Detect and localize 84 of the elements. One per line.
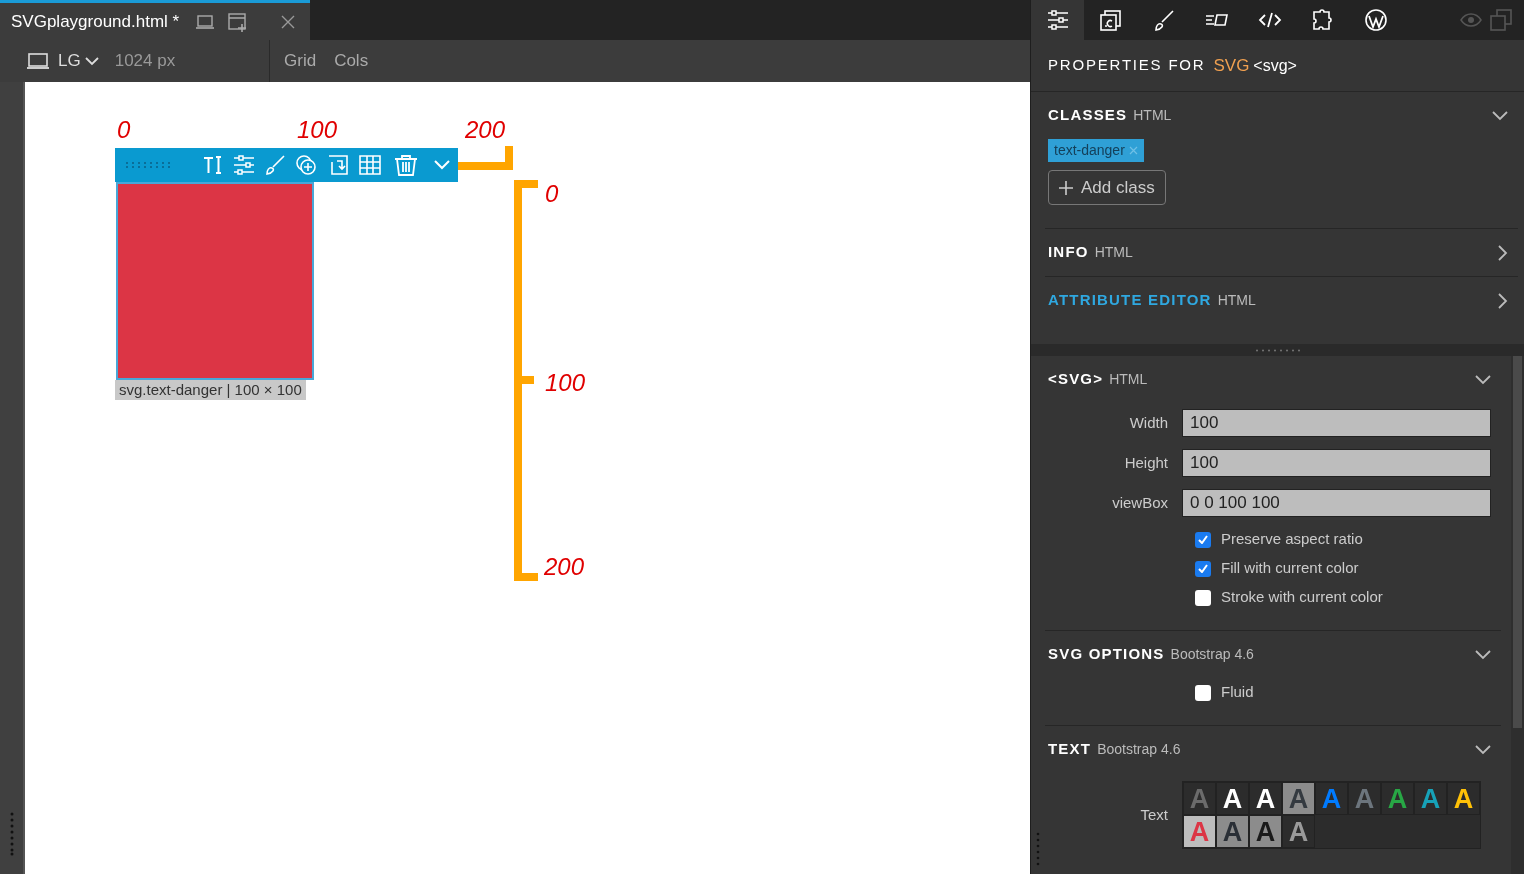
laptop-icon[interactable]: [26, 51, 50, 71]
viewport-width: 1024 px: [114, 50, 176, 73]
panel-heading: PROPERTIES FOR: [1048, 55, 1206, 76]
brush-icon[interactable]: [265, 155, 285, 175]
text-color-swatch[interactable]: A: [1447, 782, 1480, 815]
splitter-handle-icon[interactable]: [1254, 348, 1301, 352]
field-label: Width: [1128, 412, 1168, 433]
sliders-icon: [1045, 9, 1070, 31]
section-subtitle: HTML: [1094, 243, 1133, 262]
ruler-label: 100: [297, 118, 338, 142]
checkbox-label[interactable]: Preserve aspect ratio: [1221, 528, 1363, 551]
section-subtitle: Bootstrap 4.6: [1097, 740, 1181, 759]
sliders-icon[interactable]: [233, 155, 255, 175]
text-color-swatch[interactable]: A: [1315, 782, 1348, 815]
section-header[interactable]: TEXT Bootstrap 4.6: [1045, 726, 1501, 773]
field-label: viewBox: [1111, 492, 1168, 513]
scrollbar[interactable]: [1511, 356, 1524, 874]
section-title: INFO: [1048, 242, 1089, 263]
classes-icon: [1098, 9, 1123, 31]
element-size-label: svg.text-danger | 100 × 100: [115, 380, 306, 400]
selected-square[interactable]: [116, 182, 314, 380]
section-subtitle: HTML: [1133, 106, 1172, 125]
text-color-swatch[interactable]: A: [1249, 782, 1282, 815]
checkbox-label[interactable]: Stroke with current color: [1221, 586, 1383, 609]
close-icon[interactable]: [281, 14, 296, 29]
section-header[interactable]: CLASSES HTML: [1045, 92, 1518, 139]
plus-icon: [1059, 180, 1073, 195]
section-header[interactable]: ATTRIBUTE EDITOR HTML: [1045, 277, 1518, 324]
chevron-down-icon: [84, 56, 99, 66]
ruler-label: 0: [545, 182, 559, 206]
text-field[interactable]: 100: [1182, 449, 1491, 477]
text-color-swatch[interactable]: A: [1249, 815, 1282, 848]
add-class-button[interactable]: Add class: [1048, 170, 1166, 205]
ruler-label: 200: [544, 555, 585, 579]
text-color-swatch[interactable]: A: [1282, 815, 1315, 848]
duplicate-icon[interactable]: [1490, 9, 1512, 31]
wordpress-icon: [1363, 9, 1388, 31]
section-title: ATTRIBUTE EDITOR: [1048, 290, 1212, 311]
class-tag[interactable]: text-danger: [1048, 139, 1144, 162]
ruler-label: 200: [465, 118, 506, 142]
section-subtitle: HTML: [1217, 291, 1256, 310]
element-tag: <svg>: [1253, 53, 1297, 78]
checkbox[interactable]: [1195, 684, 1211, 701]
chevron-down-icon[interactable]: [434, 160, 450, 170]
field-label: Height: [1123, 452, 1168, 473]
checkbox[interactable]: [1195, 589, 1211, 606]
laptop-icon[interactable]: [195, 13, 216, 30]
section-title: CLASSES: [1048, 105, 1128, 126]
drag-handle-icon[interactable]: [125, 161, 173, 169]
document-tab[interactable]: SVGplayground.html *: [0, 0, 310, 40]
section-title: TEXT: [1048, 739, 1092, 760]
field-label: Text: [1139, 804, 1168, 825]
text-color-swatch[interactable]: A: [1414, 782, 1447, 815]
text-field[interactable]: 100: [1182, 409, 1491, 437]
trash-icon[interactable]: [394, 154, 418, 176]
text-color-swatch[interactable]: A: [1381, 782, 1414, 815]
checkbox-label[interactable]: Fluid: [1221, 681, 1254, 704]
section-header[interactable]: INFO HTML: [1045, 229, 1518, 276]
section-title: SVG OPTIONS: [1048, 644, 1165, 665]
grid-icon[interactable]: [359, 155, 381, 175]
section-header[interactable]: SVG OPTIONS Bootstrap 4.6: [1045, 631, 1501, 678]
toolbar-toggle[interactable]: Cols: [334, 48, 369, 74]
ruler-label: 0: [117, 118, 131, 142]
text-field[interactable]: 0 0 100 100: [1182, 489, 1491, 517]
puzzle-icon: [1310, 9, 1335, 31]
eye-icon[interactable]: [1460, 13, 1482, 27]
toolbar-toggle[interactable]: Grid: [284, 48, 317, 74]
checkbox[interactable]: [1195, 560, 1211, 577]
panel-tab[interactable]: [1031, 0, 1084, 40]
section-title: <SVG>: [1048, 369, 1104, 390]
grip-icon[interactable]: [9, 812, 14, 856]
text-color-swatch[interactable]: A: [1216, 815, 1249, 848]
text-color-swatch[interactable]: A: [1216, 782, 1249, 815]
checkbox-label[interactable]: Fill with current color: [1221, 557, 1359, 580]
ruler-label: 100: [545, 371, 586, 395]
section-subtitle: HTML: [1109, 370, 1148, 389]
section-subtitle: Bootstrap 4.6: [1170, 645, 1254, 664]
element-name: SVG: [1213, 54, 1250, 77]
device-dropdown[interactable]: LG: [58, 48, 99, 74]
checkbox[interactable]: [1195, 531, 1211, 548]
box-arrow-icon[interactable]: [327, 154, 349, 176]
section-header[interactable]: <SVG> HTML: [1045, 356, 1501, 403]
text-cursor-icon[interactable]: [203, 155, 223, 175]
circle-plus-icon[interactable]: [295, 154, 317, 176]
